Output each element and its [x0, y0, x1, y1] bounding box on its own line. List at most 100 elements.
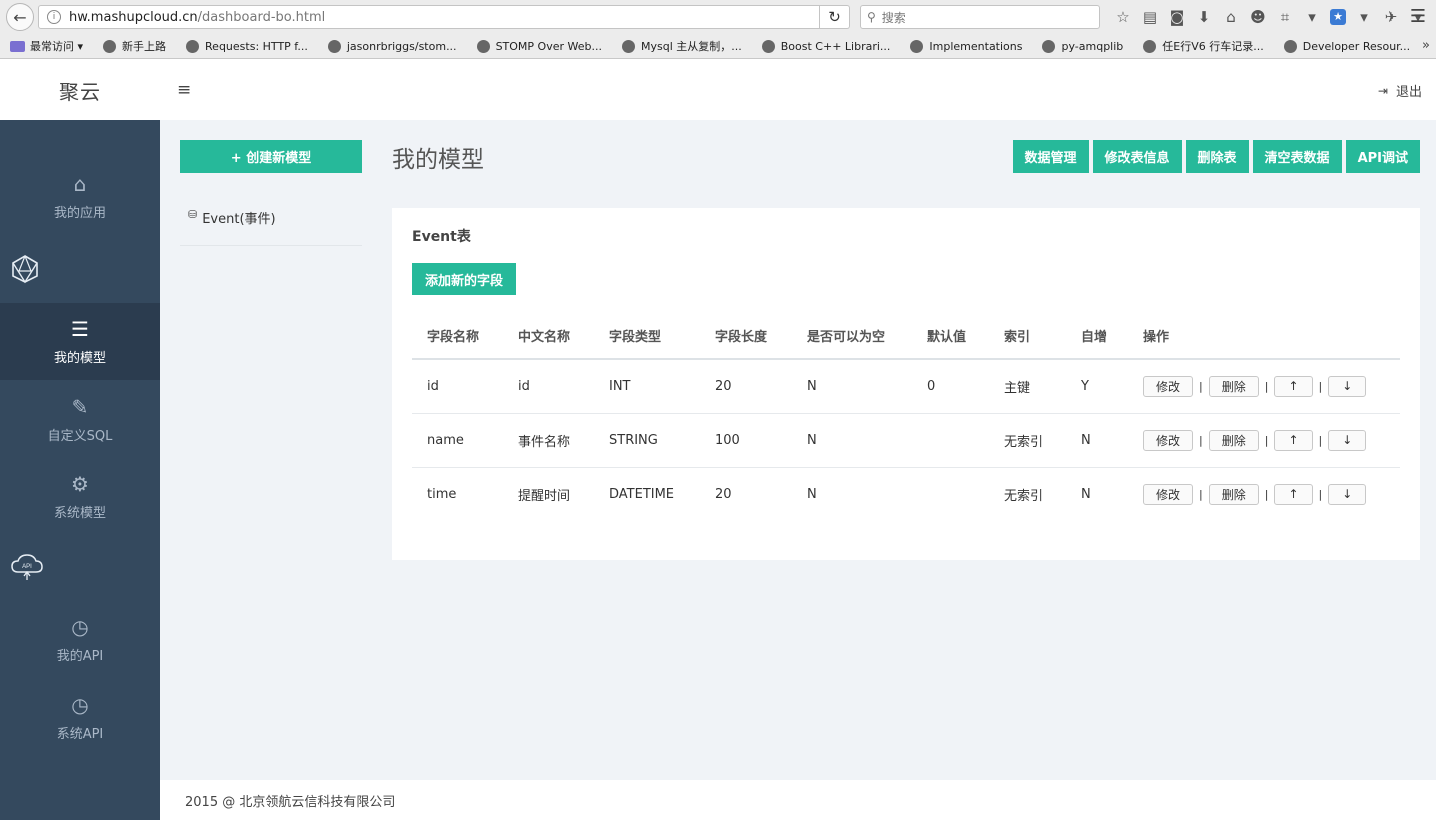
cell-autoinc: Y — [1066, 359, 1128, 414]
sidebar-item-my-api[interactable]: ◷ 我的API — [0, 615, 160, 675]
crop-icon[interactable]: ⌗ — [1276, 8, 1294, 26]
data-management-button[interactable]: 数据管理 — [1012, 140, 1089, 173]
browser-search-input[interactable]: ⚲ 搜索 — [860, 5, 1100, 29]
address-bar[interactable]: i hw.mashupcloud.cn/dashboard-bo.html — [38, 5, 820, 29]
home-icon: ⌂ — [73, 172, 87, 196]
column-header: 操作 — [1128, 312, 1400, 360]
extension-star-icon[interactable]: ★ — [1330, 9, 1346, 25]
bookmark-item[interactable]: 新手上路 — [103, 38, 166, 54]
home-browser-icon[interactable]: ⌂ — [1222, 8, 1240, 26]
globe-icon — [761, 39, 775, 53]
menu-toggle-icon[interactable]: ≡ — [177, 80, 191, 100]
clear-table-data-button[interactable]: 清空表数据 — [1252, 140, 1342, 173]
reload-button[interactable]: ↻ — [820, 5, 850, 29]
chat-icon[interactable]: ☻ — [1249, 8, 1267, 26]
delete-field-button[interactable]: 删除 — [1208, 429, 1259, 451]
edit-field-button[interactable]: 修改 — [1143, 483, 1194, 505]
logout-label: 退出 — [1395, 85, 1422, 100]
bookmark-item[interactable]: Implementations — [910, 39, 1022, 53]
move-up-button[interactable]: ↑ — [1274, 375, 1313, 397]
sidebar: ⌂ 我的应用 ☰ 我的模型 ✎ 自定义SQL ⚙ 系统模型 API ◷ 我的AP… — [0, 120, 160, 820]
edit-table-info-button[interactable]: 修改表信息 — [1092, 140, 1182, 173]
move-down-button[interactable]: ↓ — [1328, 429, 1367, 451]
delete-field-button[interactable]: 删除 — [1208, 375, 1259, 397]
delete-table-button[interactable]: 删除表 — [1185, 140, 1249, 173]
bookmark-star-icon[interactable]: ☆ — [1114, 8, 1132, 26]
bookmark-item[interactable]: STOMP Over Web... — [476, 39, 602, 53]
clock-icon: ◷ — [71, 693, 89, 717]
cube-logo-icon — [12, 255, 38, 284]
column-header: 默认值 — [912, 312, 989, 360]
sidebar-item-label: 我的应用 — [53, 206, 106, 221]
back-button[interactable]: ← — [6, 3, 34, 31]
bookmark-item[interactable]: Requests: HTTP f... — [186, 39, 308, 53]
move-up-button[interactable]: ↑ — [1274, 483, 1313, 505]
dropdown-icon[interactable]: ▾ — [1355, 8, 1373, 26]
browser-menu-icon[interactable]: ☰ — [1410, 6, 1426, 27]
app-logo[interactable]: 聚云 — [0, 60, 160, 120]
bookmarks-bar: 最常访问 ▾ 新手上路 Requests: HTTP f... jasonrbr… — [0, 34, 1436, 59]
cell-index: 无索引 — [1004, 488, 1044, 504]
url-host: hw.mashupcloud.cn — [69, 9, 198, 25]
bookmark-item[interactable]: Mysql 主从复制，... — [621, 38, 742, 54]
logout-button[interactable]: ⇥ 退出 — [1378, 81, 1422, 101]
sidebar-item-system-api[interactable]: ◷ 系统API — [0, 693, 160, 753]
sidebar-item-system-models[interactable]: ⚙ 系统模型 — [0, 472, 160, 532]
api-debug-button[interactable]: API调试 — [1345, 140, 1420, 173]
edit-field-button[interactable]: 修改 — [1143, 429, 1194, 451]
sidebar-item-label: 系统模型 — [53, 506, 106, 521]
globe-icon — [186, 39, 200, 53]
main-content: + 创建新模型 ⛁ Event(事件) 我的模型 数据管理 修改表信息 删除表 … — [160, 120, 1436, 780]
globe-icon — [1042, 39, 1056, 53]
bookmark-item[interactable]: 最常访问 ▾ — [10, 38, 83, 54]
bookmark-item[interactable]: Boost C++ Librari... — [761, 39, 890, 53]
bookmark-item[interactable]: Developer Resour... — [1283, 39, 1410, 53]
bookmarks-overflow-icon[interactable]: » — [1422, 38, 1430, 53]
create-model-button[interactable]: + 创建新模型 — [180, 140, 362, 173]
bookmark-item[interactable]: py-amqplib — [1042, 39, 1123, 53]
globe-icon — [1283, 39, 1297, 53]
table-header-row: 字段名称 中文名称 字段类型 字段长度 是否可以为空 默认值 索引 自增 操作 — [412, 312, 1400, 360]
globe-icon — [621, 39, 635, 53]
table-row: time 提醒时间 DATETIME 20 N 无索引 N 修改 | 删除 | — [412, 467, 1400, 521]
move-down-button[interactable]: ↓ — [1328, 375, 1367, 397]
column-header: 字段名称 — [412, 312, 503, 360]
bookmark-item[interactable]: 任E行V6 行车记录... — [1143, 38, 1264, 54]
clock-icon: ◷ — [71, 615, 89, 639]
move-down-button[interactable]: ↓ — [1328, 483, 1367, 505]
cell-nullable: N — [792, 359, 912, 414]
column-header: 自增 — [1066, 312, 1128, 360]
cell-length: 20 — [715, 486, 732, 502]
globe-icon — [327, 39, 341, 53]
dropdown-icon[interactable]: ▾ — [1303, 8, 1321, 26]
back-arrow-icon: ← — [13, 7, 27, 27]
sidebar-item-my-models[interactable]: ☰ 我的模型 — [0, 303, 160, 380]
delete-field-button[interactable]: 删除 — [1208, 483, 1259, 505]
cell-ops: 修改 | 删除 | ↑ | ↓ — [1128, 413, 1400, 468]
edit-field-button[interactable]: 修改 — [1143, 375, 1194, 397]
sidebar-item-label: 我的API — [56, 649, 104, 664]
cell-field-name: name — [412, 413, 503, 468]
column-header: 是否可以为空 — [792, 312, 912, 360]
cell-default — [912, 413, 989, 468]
sidebar-item-label: 我的模型 — [53, 351, 106, 366]
cell-length: 100 — [700, 413, 792, 468]
download-icon[interactable]: ⬇ — [1195, 8, 1213, 26]
sidebar-item-my-apps[interactable]: ⌂ 我的应用 — [0, 172, 160, 232]
model-list-item[interactable]: ⛁ Event(事件) — [180, 208, 362, 246]
browser-toolbar-icons: ☆ ▤ ◙ ⬇ ⌂ ☻ ⌗ ▾ ★ ▾ ✈ ▾ — [1114, 8, 1427, 26]
separator: | — [1318, 379, 1323, 393]
pocket-icon[interactable]: ◙ — [1168, 8, 1186, 26]
bookmark-item[interactable]: jasonrbriggs/stom... — [327, 39, 457, 53]
info-icon[interactable]: i — [47, 10, 61, 24]
separator: | — [1318, 487, 1323, 501]
add-field-button[interactable]: 添加新的字段 — [412, 263, 516, 295]
reading-list-icon[interactable]: ▤ — [1141, 8, 1159, 26]
search-placeholder: 搜索 — [881, 10, 906, 25]
move-up-button[interactable]: ↑ — [1274, 429, 1313, 451]
sidebar-item-custom-sql[interactable]: ✎ 自定义SQL — [0, 395, 160, 455]
extension-icon[interactable]: ✈ — [1382, 8, 1400, 26]
reload-icon: ↻ — [828, 8, 841, 26]
cell-type: DATETIME — [609, 486, 675, 502]
cell-field-name: id — [412, 359, 503, 414]
